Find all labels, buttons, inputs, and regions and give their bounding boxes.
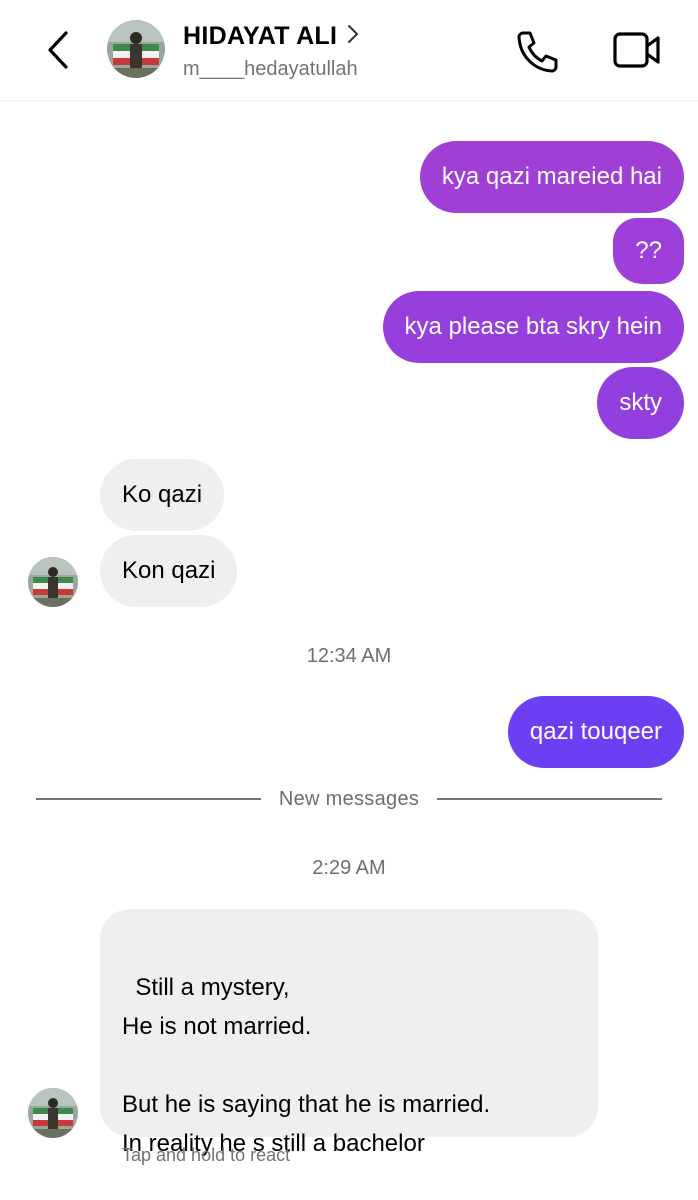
message-text: kya qazi mareied hai <box>441 163 662 190</box>
timestamp: 2:29 AM <box>312 857 386 879</box>
message-text: Ko qazi <box>122 481 203 508</box>
voice-call-button[interactable] <box>513 28 561 74</box>
message-text: skty <box>619 389 662 416</box>
video-camera-icon <box>613 32 660 68</box>
message-text: ?? <box>635 237 662 264</box>
contact-avatar[interactable] <box>107 20 165 78</box>
conversation-header: HIDAYAT ALI m____hedayatullah <box>0 0 698 100</box>
chevron-right-icon <box>347 22 359 51</box>
chevron-left-icon <box>48 31 68 69</box>
incoming-message[interactable]: Still a mystery, He is not married. But … <box>100 909 598 1157</box>
timestamp: 12:34 AM <box>306 645 392 667</box>
outgoing-message[interactable]: skty <box>597 367 684 439</box>
phone-icon <box>517 31 558 73</box>
message-text: kya please bta skry hein <box>404 313 662 340</box>
contact-name: HIDAYAT ALI <box>183 22 338 50</box>
message-text: qazi touqeer <box>529 718 662 745</box>
message-text: Still a mystery, He is not married. But … <box>122 974 491 1157</box>
message-text: Kon qazi <box>122 557 216 584</box>
outgoing-message[interactable]: qazi touqeer <box>507 696 684 768</box>
outgoing-message[interactable]: ?? <box>613 218 684 284</box>
contact-name-link[interactable]: HIDAYAT ALI <box>183 22 359 51</box>
divider-line <box>437 798 663 800</box>
new-messages-divider: New messages <box>36 786 663 812</box>
divider-line <box>36 798 261 800</box>
contact-username: m____hedayatullah <box>183 58 358 80</box>
react-hint: Tap and hold to react <box>122 1145 291 1165</box>
incoming-message[interactable]: Kon qazi <box>100 535 238 607</box>
video-call-button[interactable] <box>612 30 662 70</box>
sender-avatar[interactable] <box>28 1088 78 1138</box>
outgoing-message[interactable]: kya qazi mareied hai <box>419 141 684 213</box>
sender-avatar[interactable] <box>28 557 78 607</box>
back-button[interactable] <box>40 28 76 72</box>
outgoing-message[interactable]: kya please bta skry hein <box>382 291 684 363</box>
new-messages-label: New messages <box>278 787 420 810</box>
incoming-message[interactable]: Ko qazi <box>100 459 225 531</box>
